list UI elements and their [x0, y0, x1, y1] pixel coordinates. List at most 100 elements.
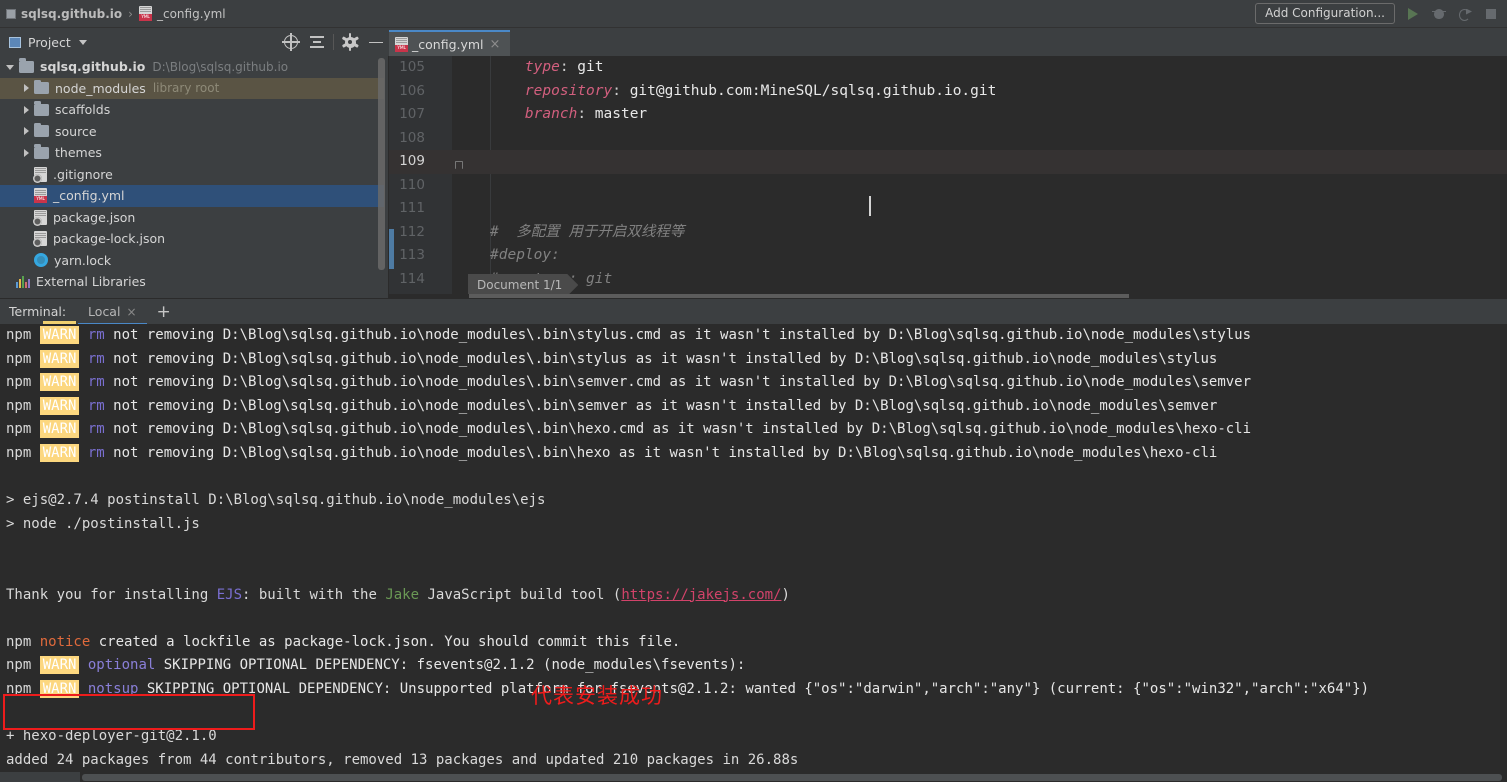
- line-number: 108: [389, 127, 431, 151]
- line-number: 111: [389, 197, 431, 221]
- yaml-file-icon: [34, 188, 47, 203]
- editor-tab-config-yml[interactable]: _config.yml ×: [389, 30, 510, 56]
- tree-item-label: node_modules: [55, 81, 146, 96]
- line-content: # 多配置 用于开启双线程等: [490, 221, 684, 245]
- project-tree[interactable]: sqlsq.github.ioD:\Blog\sqlsq.github.iono…: [0, 56, 384, 298]
- yarn-lock-icon: [34, 253, 48, 267]
- terminal-horizontal-scrollbar[interactable]: [0, 772, 1507, 782]
- editor-line[interactable]: 110: [389, 174, 1507, 198]
- terminal-line: [0, 607, 1507, 631]
- jakejs-link[interactable]: https://jakejs.com/: [621, 587, 781, 603]
- tree-item-label: External Libraries: [36, 274, 146, 289]
- coverage-icon[interactable]: [1457, 6, 1473, 22]
- toolbar-divider: [333, 34, 334, 50]
- folder-icon: [34, 82, 49, 94]
- gitignore-file-icon: [34, 167, 47, 182]
- tree-item-node-modules[interactable]: node_moduleslibrary root: [0, 78, 384, 100]
- tree-item-themes[interactable]: themes: [0, 142, 384, 164]
- line-number: 106: [389, 80, 431, 104]
- tree-item-package-lock-json[interactable]: package-lock.json: [0, 228, 384, 250]
- terminal-line: + hexo-deployer-git@2.1.0: [0, 725, 1507, 749]
- editor-line[interactable]: 107 branch: master: [389, 103, 1507, 127]
- breadcrumb-project[interactable]: sqlsq.github.io: [21, 7, 122, 21]
- yaml-file-icon: [395, 37, 408, 52]
- tree-item-yarn-lock[interactable]: yarn.lock: [0, 250, 384, 272]
- project-tree-scrollbar[interactable]: [378, 58, 385, 270]
- line-number: 113: [389, 244, 431, 268]
- editor-line[interactable]: 106 repository: git@github.com:MineSQL/s…: [389, 80, 1507, 104]
- editor-tab-label: _config.yml: [412, 37, 484, 52]
- close-icon[interactable]: ×: [126, 305, 136, 319]
- warn-badge: WARN: [40, 326, 80, 344]
- tree-item--config-yml[interactable]: _config.yml: [0, 185, 384, 207]
- breadcrumb-file[interactable]: _config.yml: [157, 7, 226, 21]
- stop-icon[interactable]: [1483, 6, 1499, 22]
- line-content: #deploy:: [490, 244, 560, 268]
- tree-item-external-libraries[interactable]: External Libraries: [0, 271, 384, 293]
- tree-item-detail: D:\Blog\sqlsq.github.io: [152, 60, 288, 74]
- tree-item-label: package.json: [53, 210, 135, 225]
- editor-line[interactable]: 105 type: git: [389, 56, 1507, 80]
- chevron-right-icon[interactable]: [24, 149, 29, 157]
- chevron-right-icon[interactable]: [24, 84, 29, 92]
- tree-item-scaffolds[interactable]: scaffolds: [0, 99, 384, 121]
- terminal-line: npm WARN optional SKIPPING OPTIONAL DEPE…: [0, 654, 1507, 678]
- line-content: type: git: [490, 56, 604, 80]
- tree-item-sqlsq-github-io[interactable]: sqlsq.github.ioD:\Blog\sqlsq.github.io: [0, 56, 384, 78]
- line-content: repository: git@github.com:MineSQL/sqlsq…: [490, 80, 996, 104]
- terminal-line: npm WARN rm not removing D:\Blog\sqlsq.g…: [0, 442, 1507, 466]
- tree-item-source[interactable]: source: [0, 121, 384, 143]
- line-content: branch: master: [490, 103, 647, 127]
- editor-line[interactable]: 113 #deploy:: [389, 244, 1507, 268]
- locate-icon[interactable]: [278, 29, 304, 55]
- chevron-down-icon[interactable]: [6, 65, 14, 70]
- tree-item-package-json[interactable]: package.json: [0, 207, 384, 229]
- editor-line[interactable]: 112# 多配置 用于开启双线程等: [389, 221, 1507, 245]
- settings-gear-icon[interactable]: [337, 29, 363, 55]
- line-number: 110: [389, 174, 431, 198]
- add-configuration-button[interactable]: Add Configuration...: [1255, 3, 1395, 24]
- hide-panel-icon[interactable]: [363, 29, 389, 55]
- folder-icon: [34, 147, 49, 159]
- titlebar: sqlsq.github.io › _config.yml Add Config…: [0, 0, 1507, 28]
- line-number: 114: [389, 268, 431, 292]
- terminal-line: > ejs@2.7.4 postinstall D:\Blog\sqlsq.gi…: [0, 489, 1507, 513]
- project-module-icon: [6, 9, 16, 19]
- code-editor[interactable]: 105 type: git106 repository: git@github.…: [389, 56, 1507, 298]
- editor-lines: 105 type: git106 repository: git@github.…: [389, 56, 1507, 291]
- line-number: 105: [389, 56, 431, 80]
- project-panel-header: Project: [0, 28, 389, 56]
- close-icon[interactable]: ×: [490, 37, 501, 52]
- terminal-tab-local[interactable]: Local ×: [78, 299, 146, 325]
- terminal-line: npm WARN rm not removing D:\Blog\sqlsq.g…: [0, 418, 1507, 442]
- terminal-line: npm WARN rm not removing D:\Blog\sqlsq.g…: [0, 324, 1507, 348]
- tree-item--gitignore[interactable]: .gitignore: [0, 164, 384, 186]
- terminal-line: [0, 536, 1507, 560]
- tree-item-label: scaffolds: [55, 102, 110, 117]
- json-file-icon: [34, 231, 47, 246]
- chevron-right-icon[interactable]: [24, 106, 29, 114]
- tree-item-label: .gitignore: [53, 167, 113, 182]
- chevron-right-icon[interactable]: [24, 127, 29, 135]
- editor-line[interactable]: 109: [389, 150, 1507, 174]
- collapse-all-icon[interactable]: [304, 29, 330, 55]
- tree-item-label: themes: [55, 145, 102, 160]
- new-terminal-tab-button[interactable]: +: [147, 303, 181, 321]
- warn-badge: WARN: [40, 420, 80, 438]
- chevron-down-icon[interactable]: [79, 40, 87, 45]
- tree-item-label: yarn.lock: [54, 253, 111, 268]
- terminal-output[interactable]: npm WARN rm not removing D:\Blog\sqlsq.g…: [0, 324, 1507, 782]
- folder-icon: [34, 125, 49, 137]
- editor-line[interactable]: 111: [389, 197, 1507, 221]
- terminal-line[interactable]: Thank you for installing EJS: built with…: [0, 584, 1507, 608]
- terminal-line: added 24 packages from 44 contributors, …: [0, 749, 1507, 773]
- document-status-widget[interactable]: Document 1/1: [468, 274, 578, 296]
- code-fold-icon[interactable]: [455, 161, 463, 169]
- breadcrumb: sqlsq.github.io › _config.yml: [0, 6, 226, 21]
- tree-item-label: _config.yml: [53, 188, 125, 203]
- run-icon[interactable]: [1405, 6, 1421, 22]
- project-panel-toolbar: [278, 29, 389, 55]
- warn-badge: WARN: [40, 397, 80, 415]
- editor-line[interactable]: 108: [389, 127, 1507, 151]
- debug-icon[interactable]: [1431, 6, 1447, 22]
